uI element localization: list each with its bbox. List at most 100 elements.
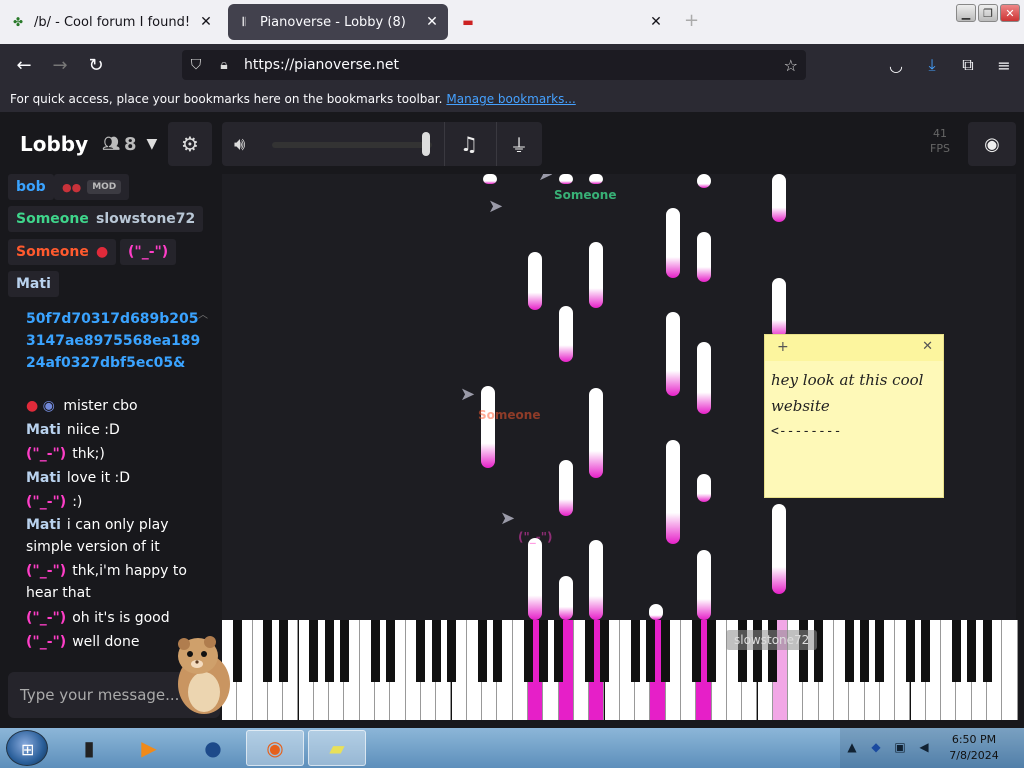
close-note-icon[interactable]: ✕ (922, 339, 933, 354)
tab-forum[interactable]: ✤ /b/ - Cool forum I found! - Ran ✕ (2, 4, 222, 40)
tab-title: /b/ - Cool forum I found! - Ran (34, 14, 190, 30)
music-note-icon[interactable]: ♫ (460, 132, 478, 156)
tab-pianoverse[interactable]: 𝄃 Pianoverse - Lobby (8) ✕ (228, 4, 448, 40)
url-bar[interactable]: ⛉ 🔒︎ https://pianoverse.net ☆ (182, 50, 806, 80)
new-tab-icon[interactable]: + (684, 10, 699, 31)
chat-text: well done (72, 634, 140, 650)
start-button[interactable]: ⊞ (6, 730, 48, 766)
user-pill-someone-red[interactable]: Someone (8, 239, 97, 265)
user-pill-bob[interactable]: bob (8, 174, 54, 200)
black-key[interactable] (951, 620, 961, 682)
menu-icon[interactable]: ≡ (992, 50, 1016, 80)
black-key[interactable] (967, 620, 977, 682)
black-key[interactable] (278, 620, 288, 682)
bookmark-star-icon[interactable]: ☆ (784, 56, 798, 75)
clock-time: 6:50 PM (951, 733, 997, 746)
system-clock[interactable]: 6:50 PM 7/8/2024 (944, 732, 1004, 764)
chat-author[interactable]: Mati (26, 517, 61, 533)
sticky-note[interactable]: + ✕ hey look at this cool website <-----… (764, 334, 944, 498)
black-key[interactable] (645, 620, 655, 682)
minimize-icon[interactable]: ▁ (956, 4, 976, 22)
plug-icon[interactable]: ⏚ (510, 132, 528, 158)
black-key[interactable] (707, 620, 717, 682)
volume-slider[interactable] (272, 142, 432, 148)
black-key[interactable] (691, 620, 701, 682)
reload-icon[interactable]: ↻ (80, 49, 112, 81)
close-window-icon[interactable]: ✕ (1000, 4, 1020, 22)
download-icon[interactable]: ⤓ (920, 50, 944, 80)
chat-author[interactable]: ("_-") (26, 634, 66, 650)
close-tab-icon[interactable]: ✕ (198, 14, 214, 30)
piano-keyboard[interactable] (222, 620, 1018, 720)
black-key[interactable] (447, 620, 456, 682)
black-key[interactable] (370, 620, 380, 682)
taskbar-app-sticky-notes[interactable]: ▰ (308, 730, 366, 766)
network-icon[interactable]: ▣ (892, 740, 908, 756)
extensions-icon[interactable]: ⧉ (956, 50, 980, 80)
volume-tray-icon[interactable]: ◀ (916, 740, 932, 756)
back-arrow-icon[interactable]: ← (8, 49, 40, 81)
pocket-icon[interactable]: ◡ (884, 50, 908, 80)
black-key[interactable] (385, 620, 395, 682)
taskbar-app-globe[interactable]: ● (184, 730, 242, 766)
white-key[interactable] (1002, 620, 1018, 720)
chat-author[interactable]: ("_-") (26, 563, 66, 579)
black-key[interactable] (416, 620, 426, 682)
user-pill-mati[interactable]: Mati (8, 271, 59, 297)
chat-message: ("_-"):) (26, 490, 206, 514)
bookmarks-hint: For quick access, place your bookmarks h… (10, 92, 443, 106)
volume-slider-handle[interactable] (422, 132, 430, 156)
black-key[interactable] (600, 620, 609, 682)
user-pill-someone-green[interactable]: Someone (8, 206, 97, 232)
black-key[interactable] (554, 620, 564, 682)
black-key[interactable] (860, 620, 870, 682)
black-key[interactable] (921, 620, 931, 682)
tray-app-icon[interactable]: ◆ (868, 740, 884, 756)
chat-author[interactable]: ("_-") (26, 610, 66, 626)
manage-bookmarks-link[interactable]: Manage bookmarks... (446, 92, 575, 106)
chevron-down-icon[interactable]: ▼ (146, 136, 157, 152)
gear-icon[interactable]: ⚙ (168, 122, 212, 166)
black-key[interactable] (630, 620, 640, 682)
black-key[interactable] (263, 620, 273, 682)
black-key[interactable] (324, 620, 334, 682)
taskbar-app-terminal[interactable]: ▮ (60, 730, 118, 766)
chat-author[interactable]: Mati (26, 422, 61, 438)
black-key[interactable] (814, 620, 824, 682)
black-key[interactable] (339, 620, 349, 682)
user-pill-slowstone72[interactable]: slowstone72 (88, 206, 204, 232)
black-key[interactable] (982, 620, 992, 682)
user-pill-apple[interactable]: ● (88, 239, 117, 265)
black-key[interactable] (477, 620, 487, 682)
volume-icon[interactable]: 🔊︎ (234, 134, 245, 155)
taskbar-app-firefox[interactable]: ◉ (246, 730, 304, 766)
black-key[interactable] (309, 620, 319, 682)
tab-third[interactable]: ▬ ✕ (452, 4, 672, 40)
black-key[interactable] (431, 620, 441, 682)
add-note-icon[interactable]: + (777, 339, 789, 355)
black-key[interactable] (661, 620, 671, 682)
sticky-note-text[interactable]: hey look at this cool website <-------- (765, 361, 943, 451)
discord-icon[interactable]: ◉ (968, 122, 1016, 166)
chat-author[interactable]: ("_-") (26, 494, 66, 510)
forward-arrow-icon[interactable]: → (44, 49, 76, 81)
black-key[interactable] (584, 620, 594, 682)
taskbar-app-media[interactable]: ▶ (120, 730, 178, 766)
black-key[interactable] (906, 620, 915, 682)
close-tab-icon[interactable]: ✕ (648, 14, 664, 30)
falling-note (666, 440, 680, 544)
user-pill-face[interactable]: ("_-") (120, 239, 177, 265)
chat-author[interactable]: ("_-") (26, 446, 66, 462)
black-key[interactable] (538, 620, 548, 682)
restore-icon[interactable]: ❐ (978, 4, 998, 22)
black-key[interactable] (875, 620, 885, 682)
black-key[interactable] (523, 620, 533, 682)
tray-arrow-icon[interactable]: ▲ (844, 740, 860, 756)
lock-icon[interactable]: 🔒︎ (210, 57, 238, 73)
shield-icon[interactable]: ⛉ (182, 57, 210, 73)
black-key[interactable] (844, 620, 854, 682)
chat-author[interactable]: Mati (26, 470, 61, 486)
user-pill-mod[interactable]: ●● MOD (54, 174, 130, 200)
black-key[interactable] (492, 620, 502, 682)
close-tab-icon[interactable]: ✕ (424, 14, 440, 30)
